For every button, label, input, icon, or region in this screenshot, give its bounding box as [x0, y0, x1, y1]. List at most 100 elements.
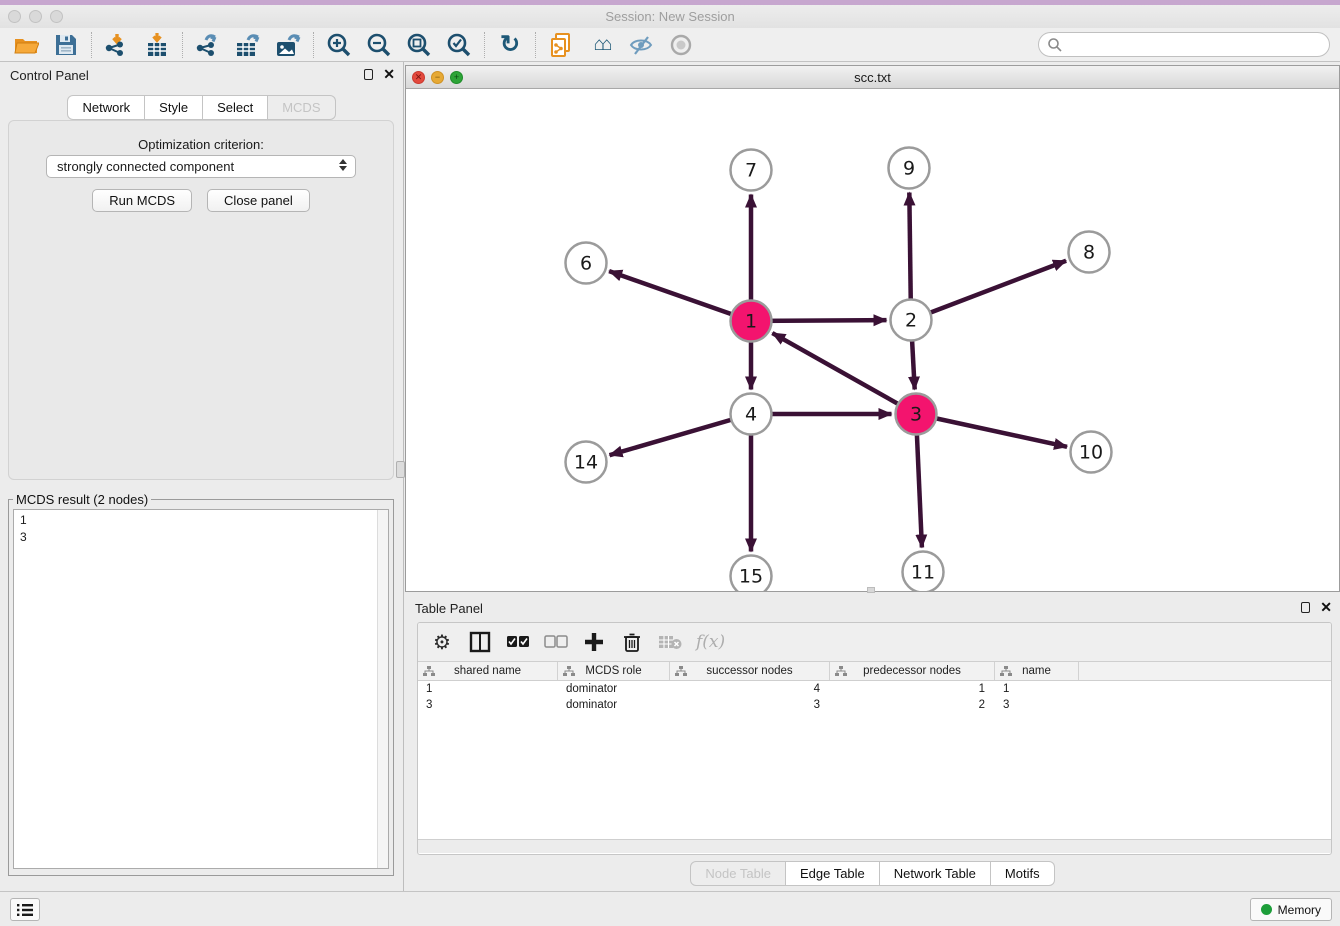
table-cell[interactable]: 2 — [830, 699, 995, 711]
delete-table-button[interactable] — [658, 629, 682, 655]
function-builder-button[interactable]: f(x) — [696, 629, 725, 655]
close-table-panel-icon[interactable]: ✕ — [1320, 600, 1332, 614]
optimization-criterion-label: Optimization criterion: — [9, 137, 393, 152]
graph-node-10[interactable]: 10 — [1071, 432, 1112, 473]
network-canvas[interactable]: 7 9 6 8 1 2 4 3 14 10 15 11 — [406, 89, 1339, 591]
zoom-selected-button[interactable] — [439, 30, 479, 60]
tab-mcds[interactable]: MCDS — [268, 95, 335, 120]
open-session-button[interactable] — [6, 30, 46, 60]
show-panel-button[interactable] — [661, 30, 701, 60]
delete-column-button[interactable] — [620, 629, 644, 655]
table-cell[interactable]: 3 — [418, 699, 558, 711]
graph-node-14[interactable]: 14 — [566, 442, 607, 483]
add-column-button[interactable] — [582, 629, 606, 655]
mcds-result-list[interactable]: 13 — [13, 509, 389, 869]
table-cell[interactable]: 3 — [670, 699, 830, 711]
tab-motifs[interactable]: Motifs — [991, 861, 1055, 886]
float-panel-icon[interactable] — [364, 69, 373, 80]
tab-network[interactable]: Network — [67, 95, 145, 120]
memory-button[interactable]: Memory — [1250, 898, 1332, 921]
column-header-successor-nodes[interactable]: successor nodes — [670, 662, 830, 680]
home-icon: ⌂⌂ — [594, 34, 609, 56]
graph-node-3[interactable]: 3 — [896, 394, 937, 435]
panel-splitter-handle[interactable] — [396, 461, 405, 478]
home-view-button[interactable]: ⌂⌂ — [581, 30, 621, 60]
column-header-shared-name[interactable]: shared name — [418, 662, 558, 680]
graph-node-8[interactable]: 8 — [1069, 232, 1110, 273]
search-input[interactable] — [1063, 35, 1329, 55]
close-panel-icon[interactable]: ✕ — [383, 67, 395, 81]
edge-2-8[interactable] — [911, 261, 1066, 320]
column-label: shared name — [454, 665, 521, 677]
table-cell[interactable]: 1 — [418, 683, 558, 695]
column-header-MCDS-role[interactable]: MCDS role — [558, 662, 670, 680]
export-image-button[interactable] — [268, 30, 308, 60]
deselect-all-rows-button[interactable] — [544, 629, 568, 655]
clone-network-button[interactable] — [541, 30, 581, 60]
control-panel-title: Control Panel — [10, 68, 89, 83]
export-table-button[interactable] — [228, 30, 268, 60]
control-panel-tabs: NetworkStyleSelectMCDS — [0, 95, 403, 120]
column-header-name[interactable]: name — [995, 662, 1079, 680]
checked-boxes-icon — [506, 635, 530, 649]
graph-node-6[interactable]: 6 — [566, 243, 607, 284]
column-header-predecessor-nodes[interactable]: predecessor nodes — [830, 662, 995, 680]
columns-icon — [469, 631, 491, 653]
edge-1-6[interactable] — [609, 271, 751, 321]
zoom-out-button[interactable] — [359, 30, 399, 60]
tab-network-table[interactable]: Network Table — [880, 861, 991, 886]
tab-edge-table[interactable]: Edge Table — [786, 861, 880, 886]
table-cell[interactable]: 4 — [670, 683, 830, 695]
zoom-fit-button[interactable] — [399, 30, 439, 60]
network-graph[interactable]: 7 9 6 8 1 2 4 3 14 10 15 11 — [406, 89, 1339, 591]
edge-4-14[interactable] — [610, 414, 751, 455]
table-cell[interactable]: dominator — [558, 699, 670, 711]
network-window-titlebar[interactable]: ✕ − + scc.txt — [406, 66, 1339, 89]
import-network-button[interactable] — [97, 30, 137, 60]
import-table-button[interactable] — [137, 30, 177, 60]
close-panel-button[interactable]: Close panel — [207, 189, 310, 212]
search-field[interactable] — [1038, 32, 1330, 57]
toolbar-separator — [535, 32, 536, 58]
graph-node-15[interactable]: 15 — [731, 556, 772, 592]
tab-select[interactable]: Select — [203, 95, 268, 120]
hide-panel-button[interactable] — [621, 30, 661, 60]
main-toolbar: ↻ ⌂⌂ — [0, 28, 1340, 62]
table-cell[interactable]: 1 — [830, 683, 995, 695]
edge-3-1[interactable] — [772, 333, 916, 414]
graph-node-9[interactable]: 9 — [889, 148, 930, 189]
table-cell[interactable]: 1 — [995, 683, 1079, 695]
graph-node-1[interactable]: 1 — [731, 301, 772, 342]
import-table-icon — [144, 32, 170, 58]
edge-3-10[interactable] — [916, 414, 1067, 447]
table-settings-button[interactable]: ⚙ — [430, 629, 454, 655]
run-mcds-button[interactable]: Run MCDS — [92, 189, 192, 212]
zoom-in-button[interactable] — [319, 30, 359, 60]
select-all-rows-button[interactable] — [506, 629, 530, 655]
result-item[interactable]: 1 — [20, 512, 388, 529]
criterion-dropdown[interactable]: strongly connected component — [46, 155, 356, 178]
table-horizontal-scrollbar[interactable] — [418, 839, 1331, 853]
graph-node-7[interactable]: 7 — [731, 150, 772, 191]
criterion-value: strongly connected component — [57, 159, 234, 174]
result-scrollbar[interactable] — [377, 510, 388, 868]
graph-node-2[interactable]: 2 — [891, 300, 932, 341]
task-history-button[interactable] — [10, 898, 40, 921]
table-cell[interactable]: dominator — [558, 683, 670, 695]
tab-style[interactable]: Style — [145, 95, 203, 120]
export-network-button[interactable] — [188, 30, 228, 60]
result-item[interactable]: 3 — [20, 529, 388, 546]
table-cell[interactable]: 3 — [995, 699, 1079, 711]
toolbar-separator — [182, 32, 183, 58]
tab-node-table[interactable]: Node Table — [690, 861, 786, 886]
graph-node-11[interactable]: 11 — [903, 552, 944, 592]
graph-node-4[interactable]: 4 — [731, 394, 772, 435]
table-row[interactable]: 1dominator411 — [418, 681, 1331, 697]
table-panel-title: Table Panel — [415, 601, 483, 616]
float-table-panel-icon[interactable] — [1301, 602, 1310, 613]
canvas-resize-handle[interactable] — [867, 587, 875, 593]
save-session-button[interactable] — [46, 30, 86, 60]
table-row[interactable]: 3dominator323 — [418, 697, 1331, 713]
column-visibility-button[interactable] — [468, 629, 492, 655]
apply-layout-button[interactable]: ↻ — [490, 30, 530, 60]
